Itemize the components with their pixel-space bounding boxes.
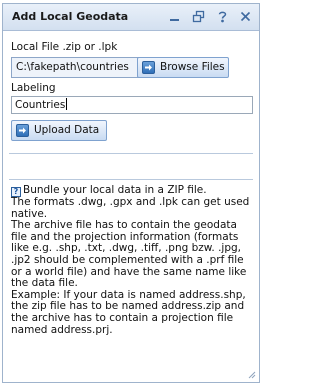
help-line: The formats .dwg, .gpx and .lpk can get … <box>11 196 250 220</box>
panel-titlebar: Add Local Geodata <box>3 4 259 31</box>
local-file-label: Local File .zip or .lpk <box>11 41 118 53</box>
panel-title: Add Local Geodata <box>12 10 129 23</box>
labeling-label: Labeling <box>11 82 56 94</box>
help-text: ? Bundle your local data in a ZIP file. T… <box>11 184 255 336</box>
browse-files-button[interactable]: Browse Files <box>137 57 229 78</box>
minimize-icon[interactable] <box>168 10 181 23</box>
resize-grip-icon[interactable] <box>246 369 256 379</box>
restore-icon[interactable] <box>192 10 205 23</box>
arrow-right-icon <box>142 61 155 74</box>
add-local-geodata-panel: Add Local Geodata Local File .zip or .lp… <box>2 3 260 383</box>
local-file-path-field[interactable]: C:\fakepath\countries <box>11 57 139 78</box>
upload-data-button[interactable]: Upload Data <box>11 120 107 141</box>
help-line: The archive file has to contain the geod… <box>11 219 247 290</box>
close-icon[interactable] <box>239 10 252 23</box>
labeling-input-value: Countries <box>15 99 66 111</box>
help-icon[interactable] <box>216 10 229 23</box>
section-divider <box>9 153 253 154</box>
section-divider <box>9 179 253 180</box>
upload-data-label: Upload Data <box>34 124 100 136</box>
browse-files-label: Browse Files <box>160 61 225 73</box>
text-caret <box>66 98 68 110</box>
labeling-input[interactable]: Countries <box>11 96 253 114</box>
help-line: Example: If your data is named address.s… <box>11 288 246 336</box>
arrow-right-icon <box>16 124 29 137</box>
